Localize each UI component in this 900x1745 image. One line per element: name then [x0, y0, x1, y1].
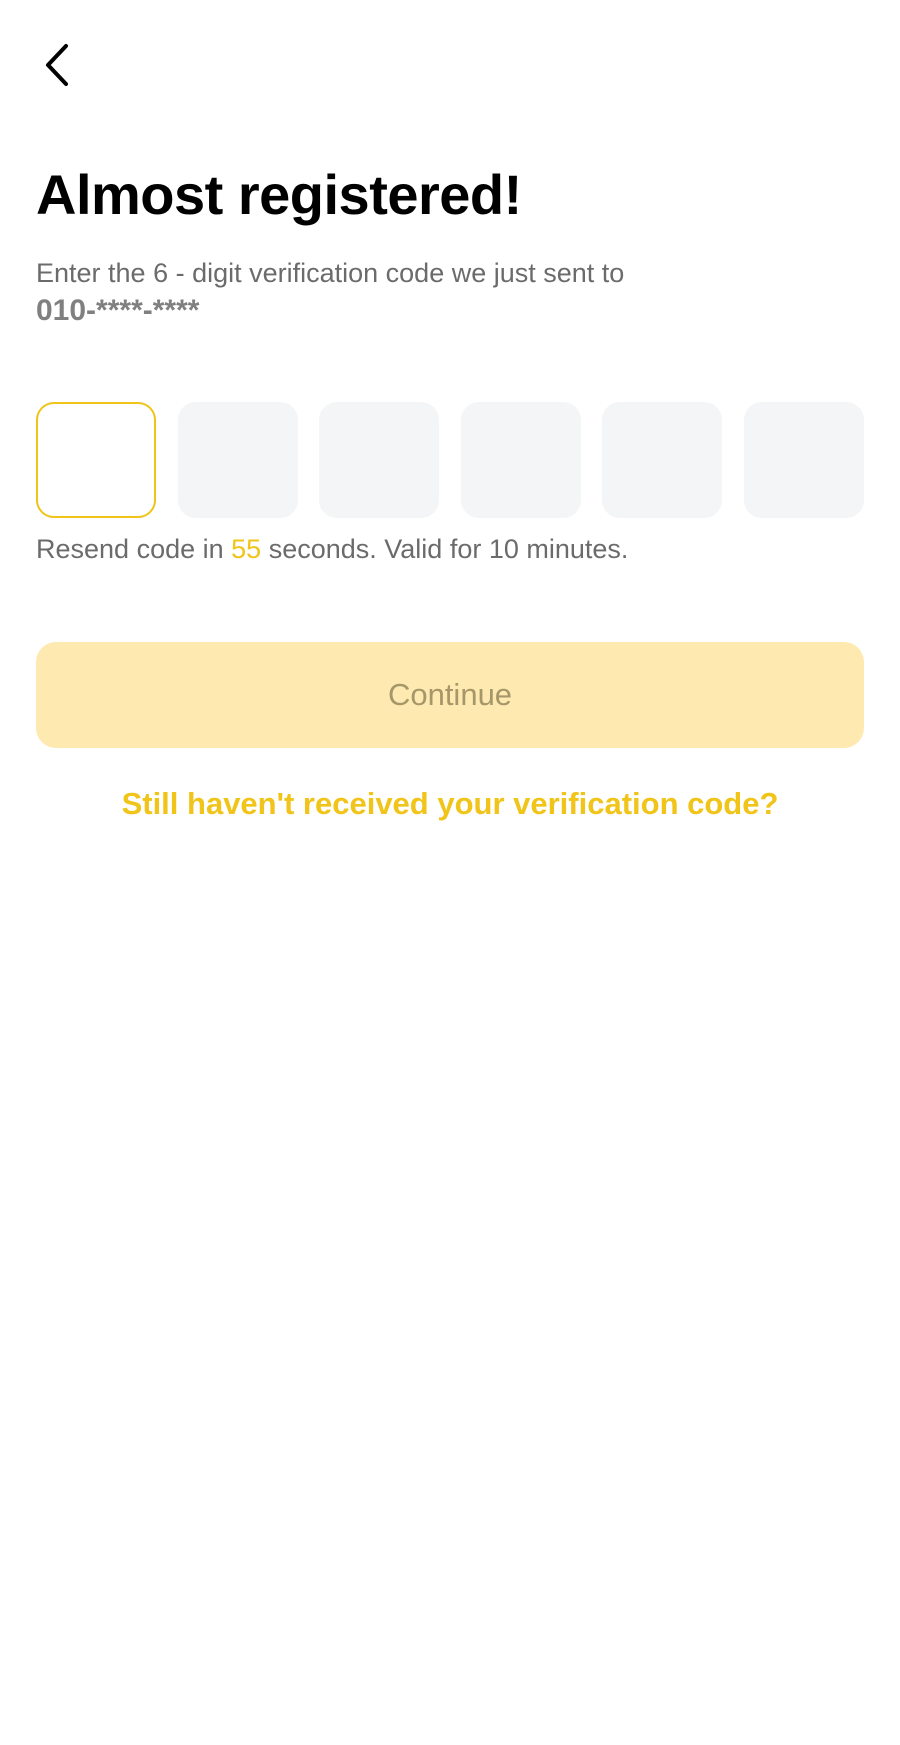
back-button[interactable] [30, 38, 84, 92]
code-digit-2[interactable] [177, 402, 298, 518]
code-digit-1[interactable] [36, 402, 156, 518]
code-digit-4[interactable] [460, 402, 581, 518]
code-not-received-link[interactable]: Still haven't received your verification… [0, 786, 900, 822]
code-digit-3[interactable] [319, 402, 440, 518]
resend-timer-text: Resend code in 55 seconds. Valid for 10 … [36, 534, 628, 565]
resend-prefix: Resend code in [36, 534, 224, 564]
resend-suffix: seconds. Valid for 10 minutes. [268, 534, 629, 564]
instruction-message: Enter the 6 - digit verification code we… [36, 258, 625, 288]
masked-phone-number: 010-****-**** [36, 294, 200, 327]
verification-code-input [36, 402, 864, 518]
page-title: Almost registered! [36, 163, 522, 226]
instruction-text: Enter the 6 - digit verification code we… [36, 254, 856, 330]
code-digit-6[interactable] [743, 402, 864, 518]
continue-button[interactable]: Continue [36, 642, 864, 748]
chevron-left-icon [46, 44, 68, 86]
code-digit-5[interactable] [602, 402, 723, 518]
resend-countdown: 55 [231, 534, 262, 564]
